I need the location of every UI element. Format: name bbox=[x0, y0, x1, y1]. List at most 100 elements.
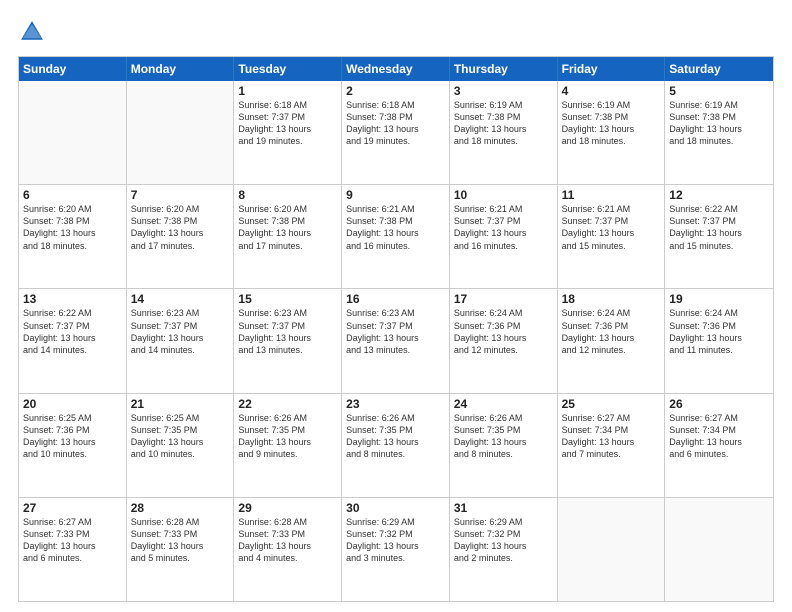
day-number: 24 bbox=[454, 397, 553, 411]
cell-detail: Sunrise: 6:27 AMSunset: 7:34 PMDaylight:… bbox=[562, 412, 661, 461]
header bbox=[18, 18, 774, 46]
day-number: 31 bbox=[454, 501, 553, 515]
calendar-row-0: 1Sunrise: 6:18 AMSunset: 7:37 PMDaylight… bbox=[19, 81, 773, 184]
day-number: 10 bbox=[454, 188, 553, 202]
cell-detail: Sunrise: 6:29 AMSunset: 7:32 PMDaylight:… bbox=[454, 516, 553, 565]
calendar-cell bbox=[558, 498, 666, 601]
calendar-cell: 19Sunrise: 6:24 AMSunset: 7:36 PMDayligh… bbox=[665, 289, 773, 392]
cell-detail: Sunrise: 6:23 AMSunset: 7:37 PMDaylight:… bbox=[346, 307, 445, 356]
calendar-cell: 2Sunrise: 6:18 AMSunset: 7:38 PMDaylight… bbox=[342, 81, 450, 184]
cell-detail: Sunrise: 6:21 AMSunset: 7:37 PMDaylight:… bbox=[454, 203, 553, 252]
day-number: 19 bbox=[669, 292, 769, 306]
calendar-cell: 24Sunrise: 6:26 AMSunset: 7:35 PMDayligh… bbox=[450, 394, 558, 497]
day-number: 13 bbox=[23, 292, 122, 306]
day-number: 23 bbox=[346, 397, 445, 411]
calendar-cell bbox=[19, 81, 127, 184]
cell-detail: Sunrise: 6:24 AMSunset: 7:36 PMDaylight:… bbox=[562, 307, 661, 356]
calendar-cell: 15Sunrise: 6:23 AMSunset: 7:37 PMDayligh… bbox=[234, 289, 342, 392]
cell-detail: Sunrise: 6:19 AMSunset: 7:38 PMDaylight:… bbox=[669, 99, 769, 148]
day-number: 18 bbox=[562, 292, 661, 306]
calendar-body: 1Sunrise: 6:18 AMSunset: 7:37 PMDaylight… bbox=[19, 81, 773, 601]
calendar-cell: 1Sunrise: 6:18 AMSunset: 7:37 PMDaylight… bbox=[234, 81, 342, 184]
cell-detail: Sunrise: 6:18 AMSunset: 7:37 PMDaylight:… bbox=[238, 99, 337, 148]
day-number: 9 bbox=[346, 188, 445, 202]
calendar-cell: 23Sunrise: 6:26 AMSunset: 7:35 PMDayligh… bbox=[342, 394, 450, 497]
day-number: 27 bbox=[23, 501, 122, 515]
cell-detail: Sunrise: 6:20 AMSunset: 7:38 PMDaylight:… bbox=[23, 203, 122, 252]
weekday-header-thursday: Thursday bbox=[450, 57, 558, 81]
cell-detail: Sunrise: 6:19 AMSunset: 7:38 PMDaylight:… bbox=[454, 99, 553, 148]
cell-detail: Sunrise: 6:20 AMSunset: 7:38 PMDaylight:… bbox=[131, 203, 230, 252]
calendar: SundayMondayTuesdayWednesdayThursdayFrid… bbox=[18, 56, 774, 602]
cell-detail: Sunrise: 6:25 AMSunset: 7:35 PMDaylight:… bbox=[131, 412, 230, 461]
cell-detail: Sunrise: 6:22 AMSunset: 7:37 PMDaylight:… bbox=[23, 307, 122, 356]
day-number: 16 bbox=[346, 292, 445, 306]
calendar-row-4: 27Sunrise: 6:27 AMSunset: 7:33 PMDayligh… bbox=[19, 497, 773, 601]
calendar-cell bbox=[127, 81, 235, 184]
cell-detail: Sunrise: 6:27 AMSunset: 7:34 PMDaylight:… bbox=[669, 412, 769, 461]
cell-detail: Sunrise: 6:21 AMSunset: 7:38 PMDaylight:… bbox=[346, 203, 445, 252]
day-number: 30 bbox=[346, 501, 445, 515]
weekday-header-sunday: Sunday bbox=[19, 57, 127, 81]
day-number: 6 bbox=[23, 188, 122, 202]
cell-detail: Sunrise: 6:22 AMSunset: 7:37 PMDaylight:… bbox=[669, 203, 769, 252]
cell-detail: Sunrise: 6:26 AMSunset: 7:35 PMDaylight:… bbox=[454, 412, 553, 461]
day-number: 28 bbox=[131, 501, 230, 515]
cell-detail: Sunrise: 6:27 AMSunset: 7:33 PMDaylight:… bbox=[23, 516, 122, 565]
cell-detail: Sunrise: 6:20 AMSunset: 7:38 PMDaylight:… bbox=[238, 203, 337, 252]
calendar-cell: 20Sunrise: 6:25 AMSunset: 7:36 PMDayligh… bbox=[19, 394, 127, 497]
calendar-cell: 13Sunrise: 6:22 AMSunset: 7:37 PMDayligh… bbox=[19, 289, 127, 392]
calendar-row-3: 20Sunrise: 6:25 AMSunset: 7:36 PMDayligh… bbox=[19, 393, 773, 497]
calendar-cell: 4Sunrise: 6:19 AMSunset: 7:38 PMDaylight… bbox=[558, 81, 666, 184]
day-number: 7 bbox=[131, 188, 230, 202]
weekday-header-friday: Friday bbox=[558, 57, 666, 81]
logo bbox=[18, 18, 50, 46]
logo-icon bbox=[18, 18, 46, 46]
weekday-header-monday: Monday bbox=[127, 57, 235, 81]
day-number: 2 bbox=[346, 84, 445, 98]
cell-detail: Sunrise: 6:19 AMSunset: 7:38 PMDaylight:… bbox=[562, 99, 661, 148]
cell-detail: Sunrise: 6:18 AMSunset: 7:38 PMDaylight:… bbox=[346, 99, 445, 148]
weekday-header-saturday: Saturday bbox=[665, 57, 773, 81]
calendar-cell: 5Sunrise: 6:19 AMSunset: 7:38 PMDaylight… bbox=[665, 81, 773, 184]
day-number: 1 bbox=[238, 84, 337, 98]
cell-detail: Sunrise: 6:26 AMSunset: 7:35 PMDaylight:… bbox=[238, 412, 337, 461]
calendar-cell: 25Sunrise: 6:27 AMSunset: 7:34 PMDayligh… bbox=[558, 394, 666, 497]
calendar-cell: 29Sunrise: 6:28 AMSunset: 7:33 PMDayligh… bbox=[234, 498, 342, 601]
calendar-cell: 30Sunrise: 6:29 AMSunset: 7:32 PMDayligh… bbox=[342, 498, 450, 601]
calendar-cell: 27Sunrise: 6:27 AMSunset: 7:33 PMDayligh… bbox=[19, 498, 127, 601]
calendar-cell: 22Sunrise: 6:26 AMSunset: 7:35 PMDayligh… bbox=[234, 394, 342, 497]
calendar-cell: 3Sunrise: 6:19 AMSunset: 7:38 PMDaylight… bbox=[450, 81, 558, 184]
calendar-cell: 12Sunrise: 6:22 AMSunset: 7:37 PMDayligh… bbox=[665, 185, 773, 288]
day-number: 12 bbox=[669, 188, 769, 202]
day-number: 21 bbox=[131, 397, 230, 411]
day-number: 22 bbox=[238, 397, 337, 411]
day-number: 17 bbox=[454, 292, 553, 306]
weekday-header-tuesday: Tuesday bbox=[234, 57, 342, 81]
calendar-cell: 21Sunrise: 6:25 AMSunset: 7:35 PMDayligh… bbox=[127, 394, 235, 497]
calendar-row-1: 6Sunrise: 6:20 AMSunset: 7:38 PMDaylight… bbox=[19, 184, 773, 288]
day-number: 4 bbox=[562, 84, 661, 98]
calendar-cell: 26Sunrise: 6:27 AMSunset: 7:34 PMDayligh… bbox=[665, 394, 773, 497]
cell-detail: Sunrise: 6:28 AMSunset: 7:33 PMDaylight:… bbox=[131, 516, 230, 565]
day-number: 25 bbox=[562, 397, 661, 411]
calendar-row-2: 13Sunrise: 6:22 AMSunset: 7:37 PMDayligh… bbox=[19, 288, 773, 392]
page: SundayMondayTuesdayWednesdayThursdayFrid… bbox=[0, 0, 792, 612]
calendar-cell: 17Sunrise: 6:24 AMSunset: 7:36 PMDayligh… bbox=[450, 289, 558, 392]
calendar-cell: 28Sunrise: 6:28 AMSunset: 7:33 PMDayligh… bbox=[127, 498, 235, 601]
calendar-cell: 8Sunrise: 6:20 AMSunset: 7:38 PMDaylight… bbox=[234, 185, 342, 288]
calendar-cell: 9Sunrise: 6:21 AMSunset: 7:38 PMDaylight… bbox=[342, 185, 450, 288]
calendar-header: SundayMondayTuesdayWednesdayThursdayFrid… bbox=[19, 57, 773, 81]
calendar-cell: 16Sunrise: 6:23 AMSunset: 7:37 PMDayligh… bbox=[342, 289, 450, 392]
cell-detail: Sunrise: 6:29 AMSunset: 7:32 PMDaylight:… bbox=[346, 516, 445, 565]
day-number: 15 bbox=[238, 292, 337, 306]
day-number: 29 bbox=[238, 501, 337, 515]
calendar-cell: 10Sunrise: 6:21 AMSunset: 7:37 PMDayligh… bbox=[450, 185, 558, 288]
cell-detail: Sunrise: 6:25 AMSunset: 7:36 PMDaylight:… bbox=[23, 412, 122, 461]
weekday-header-wednesday: Wednesday bbox=[342, 57, 450, 81]
calendar-cell: 6Sunrise: 6:20 AMSunset: 7:38 PMDaylight… bbox=[19, 185, 127, 288]
day-number: 11 bbox=[562, 188, 661, 202]
day-number: 3 bbox=[454, 84, 553, 98]
day-number: 20 bbox=[23, 397, 122, 411]
cell-detail: Sunrise: 6:26 AMSunset: 7:35 PMDaylight:… bbox=[346, 412, 445, 461]
